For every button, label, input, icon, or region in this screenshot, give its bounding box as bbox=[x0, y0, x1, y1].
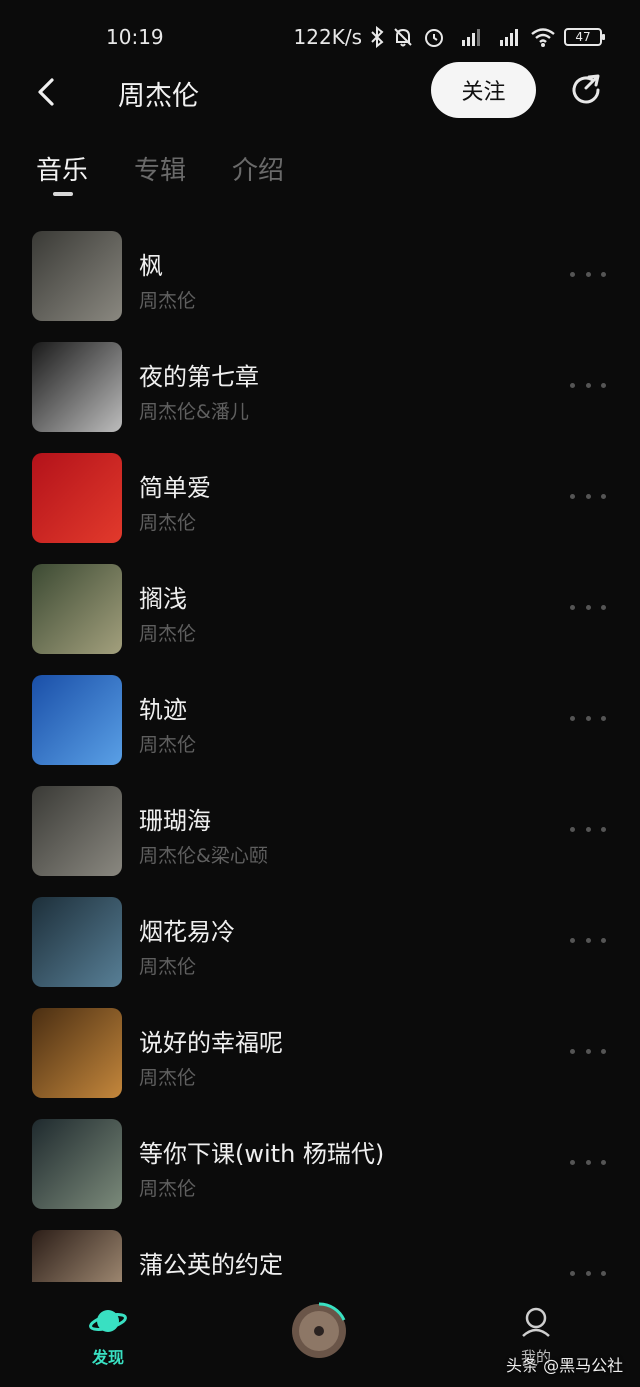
more-options-icon[interactable] bbox=[570, 1043, 606, 1059]
song-title: 等你下课(with 杨瑞代) bbox=[139, 1140, 385, 1168]
song-title: 搁浅 bbox=[139, 585, 187, 613]
album-cover bbox=[32, 1230, 122, 1282]
song-row[interactable]: 说好的幸福呢 周杰伦 bbox=[0, 1001, 640, 1112]
signal-hd-icon bbox=[462, 29, 480, 46]
tab-indicator bbox=[53, 192, 73, 196]
song-artist: 周杰伦 bbox=[139, 1178, 197, 1200]
song-row[interactable]: 简单爱 周杰伦 bbox=[0, 446, 640, 557]
header: 周杰伦 关注 bbox=[0, 62, 640, 122]
song-title: 蒲公英的约定 bbox=[139, 1251, 283, 1279]
more-options-icon[interactable] bbox=[570, 1154, 606, 1170]
song-artist: 周杰伦 bbox=[139, 290, 197, 312]
more-options-icon[interactable] bbox=[570, 821, 606, 837]
song-title: 枫 bbox=[139, 252, 163, 280]
album-cover bbox=[32, 231, 122, 321]
now-playing-button[interactable] bbox=[290, 1302, 348, 1360]
bell-off-icon bbox=[394, 28, 412, 47]
song-title: 烟花易冷 bbox=[139, 918, 235, 946]
song-list: 枫周杰伦 夜的第七章 周杰伦&潘儿 简单爱 周杰伦 搁浅 周杰伦 轨迹 周杰伦 珊瑚海 周杰伦&梁心… bbox=[0, 224, 640, 1282]
song-artist: 周杰伦&梁心颐 bbox=[139, 845, 268, 867]
tab-label: 音乐 bbox=[36, 156, 89, 186]
song-row[interactable]: 轨迹 周杰伦 bbox=[0, 668, 640, 779]
tab-label: 专辑 bbox=[134, 156, 187, 186]
album-cover bbox=[32, 786, 122, 876]
tab-albums[interactable]: 专辑 bbox=[134, 150, 186, 187]
song-row[interactable]: 烟花易冷 周杰伦 bbox=[0, 890, 640, 1001]
status-icons: 122K/s 47 bbox=[293, 25, 605, 49]
album-cover bbox=[32, 342, 122, 432]
signal-hd-icon bbox=[500, 29, 518, 46]
song-title: 说好的幸福呢 bbox=[139, 1029, 283, 1057]
back-arrow-icon[interactable] bbox=[28, 72, 68, 112]
alarm-icon bbox=[425, 29, 443, 47]
song-artist: 周杰伦 bbox=[139, 956, 197, 978]
album-cover bbox=[32, 1119, 122, 1209]
page-title: 周杰伦 bbox=[118, 81, 199, 112]
song-title: 珊瑚海 bbox=[139, 807, 211, 835]
more-options-icon[interactable] bbox=[570, 1265, 606, 1281]
song-artist: 周杰伦 bbox=[139, 734, 197, 756]
album-cover bbox=[32, 1008, 122, 1098]
album-cover bbox=[32, 453, 122, 543]
status-time: 10:19 bbox=[106, 25, 164, 49]
planet-icon bbox=[89, 1310, 127, 1332]
user-icon bbox=[522, 1307, 550, 1337]
more-options-icon[interactable] bbox=[570, 377, 606, 393]
battery-icon: 47 bbox=[564, 28, 605, 46]
song-artist: 周杰伦 bbox=[139, 512, 197, 534]
share-icon[interactable] bbox=[568, 72, 604, 108]
song-artist: 周杰伦 bbox=[139, 623, 197, 645]
song-row[interactable]: 枫周杰伦 bbox=[0, 224, 640, 335]
now-playing-disc bbox=[292, 1302, 346, 1358]
song-row[interactable]: 珊瑚海周杰伦&梁心颐 bbox=[0, 779, 640, 890]
song-row[interactable]: 等你下课(with 杨瑞代) 周杰伦 bbox=[0, 1112, 640, 1223]
more-options-icon[interactable] bbox=[570, 488, 606, 504]
more-options-icon[interactable] bbox=[570, 599, 606, 615]
song-row[interactable]: 搁浅 周杰伦 bbox=[0, 557, 640, 668]
network-speed: 122K/s bbox=[293, 25, 362, 49]
song-row[interactable]: 蒲公英的约定 bbox=[0, 1223, 640, 1282]
song-row[interactable]: 夜的第七章周杰伦&潘儿 bbox=[0, 335, 640, 446]
tab-music[interactable]: 音乐 bbox=[36, 150, 89, 196]
tab-bar: 音乐 专辑 介绍 bbox=[36, 150, 284, 196]
album-cover bbox=[32, 564, 122, 654]
album-cover bbox=[32, 897, 122, 987]
more-options-icon[interactable] bbox=[570, 932, 606, 948]
more-options-icon[interactable] bbox=[570, 266, 606, 282]
tab-label: 介绍 bbox=[232, 156, 285, 186]
song-title: 轨迹 bbox=[139, 696, 187, 724]
song-title: 简单爱 bbox=[139, 474, 211, 502]
album-cover bbox=[32, 675, 122, 765]
watermark: 头条 @黑马公社 bbox=[506, 1356, 624, 1375]
nav-discover-label: 发现 bbox=[91, 1348, 124, 1367]
song-artist: 周杰伦&潘儿 bbox=[139, 401, 249, 423]
nav-discover[interactable]: 发现 bbox=[80, 1304, 136, 1368]
follow-button[interactable]: 关注 bbox=[431, 62, 536, 118]
song-artist: 周杰伦 bbox=[139, 1067, 197, 1089]
wifi-icon bbox=[531, 28, 555, 47]
bluetooth-icon bbox=[371, 26, 384, 48]
more-options-icon[interactable] bbox=[570, 710, 606, 726]
song-title: 夜的第七章 bbox=[139, 363, 259, 391]
tab-intro[interactable]: 介绍 bbox=[232, 150, 284, 187]
